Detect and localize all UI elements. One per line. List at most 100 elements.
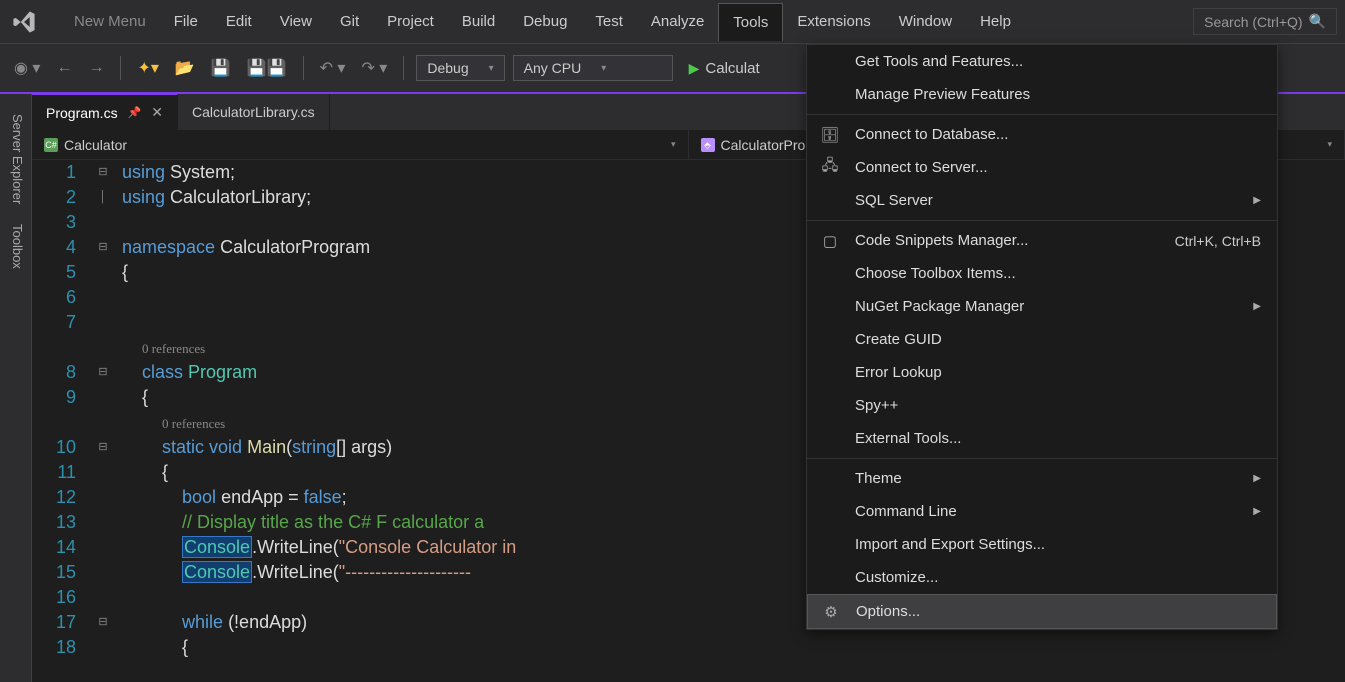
- submenu-arrow-icon: ▶: [1253, 301, 1261, 312]
- nav-fwd-button[interactable]: →: [84, 55, 108, 81]
- redo-button[interactable]: ↷ ▾: [357, 54, 391, 82]
- tab-calculatorlibrary-cs[interactable]: CalculatorLibrary.cs: [178, 94, 330, 130]
- crumb-project[interactable]: C# Calculator: [32, 130, 689, 159]
- menu-item-label: Create GUID: [855, 331, 942, 348]
- menu-help[interactable]: Help: [966, 3, 1025, 41]
- menu-new[interactable]: New Menu: [60, 3, 160, 41]
- menu-project[interactable]: Project: [373, 3, 448, 41]
- menu-shortcut: Ctrl+K, Ctrl+B: [1175, 233, 1261, 249]
- snippet-icon: ▢: [821, 232, 839, 250]
- separator: [120, 56, 121, 80]
- menu-item-options[interactable]: ⚙ Options...: [807, 594, 1277, 629]
- search-input[interactable]: Search (Ctrl+Q) 🔍: [1193, 8, 1337, 35]
- menu-tools[interactable]: Tools: [718, 3, 783, 41]
- menu-item-external-tools[interactable]: External Tools...: [807, 422, 1277, 455]
- menu-extensions[interactable]: Extensions: [783, 3, 884, 41]
- menu-item-customize[interactable]: Customize...: [807, 561, 1277, 594]
- fold-icon[interactable]: ⊟: [92, 235, 114, 260]
- menu-item-command-line[interactable]: Command Line ▶: [807, 495, 1277, 528]
- fold-icon[interactable]: ⊟: [92, 160, 114, 185]
- menu-item-label: Import and Export Settings...: [855, 536, 1045, 553]
- menu-item-label: NuGet Package Manager: [855, 298, 1024, 315]
- menu-item-label: Choose Toolbox Items...: [855, 265, 1016, 282]
- menu-file[interactable]: File: [160, 3, 212, 41]
- search-icon: 🔍: [1309, 13, 1326, 30]
- menu-separator: [807, 220, 1277, 221]
- submenu-arrow-icon: ▶: [1253, 506, 1261, 517]
- pin-icon[interactable]: 📌: [128, 106, 142, 119]
- menu-item-sql-server[interactable]: SQL Server ▶: [807, 184, 1277, 217]
- submenu-arrow-icon: ▶: [1253, 195, 1261, 206]
- menu-item-label: External Tools...: [855, 430, 961, 447]
- save-button[interactable]: 💾: [207, 54, 235, 82]
- menu-item-code-snippets-manager[interactable]: ▢ Code Snippets Manager... Ctrl+K, Ctrl+B: [807, 224, 1277, 257]
- menu-item-label: Options...: [856, 603, 920, 620]
- codelens-references[interactable]: 0 references: [162, 416, 225, 431]
- nav-back-button[interactable]: ←: [52, 55, 76, 81]
- undo-button[interactable]: ↶ ▾: [316, 54, 350, 82]
- menu-item-label: Error Lookup: [855, 364, 942, 381]
- menu-analyze[interactable]: Analyze: [637, 3, 718, 41]
- menu-item-label: Spy++: [855, 397, 898, 414]
- menu-item-manage-preview-features[interactable]: Manage Preview Features: [807, 78, 1277, 111]
- submenu-arrow-icon: ▶: [1253, 473, 1261, 484]
- menu-separator: [807, 458, 1277, 459]
- menu-git[interactable]: Git: [326, 3, 373, 41]
- menu-item-label: Command Line: [855, 503, 957, 520]
- tools-dropdown-menu: Get Tools and Features... Manage Preview …: [806, 44, 1278, 630]
- sidebar: Server Explorer Toolbox: [0, 94, 32, 682]
- menu-item-label: Code Snippets Manager...: [855, 232, 1028, 249]
- menu-separator: [807, 114, 1277, 115]
- menu-item-error-lookup[interactable]: Error Lookup: [807, 356, 1277, 389]
- menu-item-label: SQL Server: [855, 192, 933, 209]
- menu-test[interactable]: Test: [581, 3, 637, 41]
- open-file-button[interactable]: 📂: [171, 54, 199, 82]
- menu-item-label: Manage Preview Features: [855, 86, 1030, 103]
- sidebar-toolbox[interactable]: Toolbox: [0, 214, 31, 279]
- menu-item-nuget-package-manager[interactable]: NuGet Package Manager ▶: [807, 290, 1277, 323]
- line-gutter: 1234567 89 101112131415161718: [32, 160, 92, 682]
- menubar: New Menu File Edit View Git Project Buil…: [0, 0, 1345, 44]
- menu-item-label: Connect to Database...: [855, 126, 1008, 143]
- sidebar-server-explorer[interactable]: Server Explorer: [0, 104, 31, 214]
- run-label: Calculat: [705, 60, 759, 77]
- search-placeholder: Search (Ctrl+Q): [1204, 14, 1302, 30]
- codelens-references[interactable]: 0 references: [142, 341, 205, 356]
- menu-items: New Menu File Edit View Git Project Buil…: [60, 3, 1025, 41]
- tab-label: Program.cs: [46, 105, 118, 121]
- menu-debug[interactable]: Debug: [509, 3, 581, 41]
- save-all-button[interactable]: 💾💾: [243, 54, 291, 82]
- run-button[interactable]: ▶ Calculat: [681, 56, 768, 81]
- menu-item-label: Customize...: [855, 569, 938, 586]
- menu-item-connect-to-server[interactable]: 🖧Connect to Server...: [807, 151, 1277, 184]
- menu-build[interactable]: Build: [448, 3, 509, 41]
- play-icon: ▶: [689, 60, 700, 77]
- menu-item-import-and-export-settings[interactable]: Import and Export Settings...: [807, 528, 1277, 561]
- db-icon: 🗄: [821, 126, 839, 144]
- menu-window[interactable]: Window: [885, 3, 966, 41]
- fold-icon[interactable]: ⊟: [92, 360, 114, 385]
- class-icon: ⬘: [701, 138, 715, 152]
- menu-item-label: Theme: [855, 470, 902, 487]
- menu-item-connect-to-database[interactable]: 🗄 Connect to Database...: [807, 118, 1277, 151]
- config-dropdown[interactable]: Debug: [416, 55, 504, 81]
- menu-item-choose-toolbox-items[interactable]: Choose Toolbox Items...: [807, 257, 1277, 290]
- menu-item-create-guid[interactable]: Create GUID: [807, 323, 1277, 356]
- gear-icon: ⚙: [822, 603, 840, 621]
- menu-view[interactable]: View: [266, 3, 326, 41]
- new-item-button[interactable]: ✦▾: [133, 54, 162, 82]
- menu-item-get-tools-and-features[interactable]: Get Tools and Features...: [807, 45, 1277, 78]
- fold-icon[interactable]: ⊟: [92, 610, 114, 635]
- csharp-icon: C#: [44, 138, 58, 152]
- menu-item-spy[interactable]: Spy++: [807, 389, 1277, 422]
- menu-edit[interactable]: Edit: [212, 3, 266, 41]
- separator: [303, 56, 304, 80]
- close-icon[interactable]: ✕: [151, 104, 163, 121]
- vs-logo-icon: [8, 6, 40, 38]
- menu-item-theme[interactable]: Theme ▶: [807, 462, 1277, 495]
- fold-icon[interactable]: ⊟: [92, 435, 114, 460]
- separator: [403, 56, 404, 80]
- tab-program-cs[interactable]: Program.cs 📌 ✕: [32, 94, 178, 130]
- nav-back-dropdown[interactable]: ◉ ▾: [10, 54, 44, 82]
- platform-dropdown[interactable]: Any CPU: [513, 55, 673, 81]
